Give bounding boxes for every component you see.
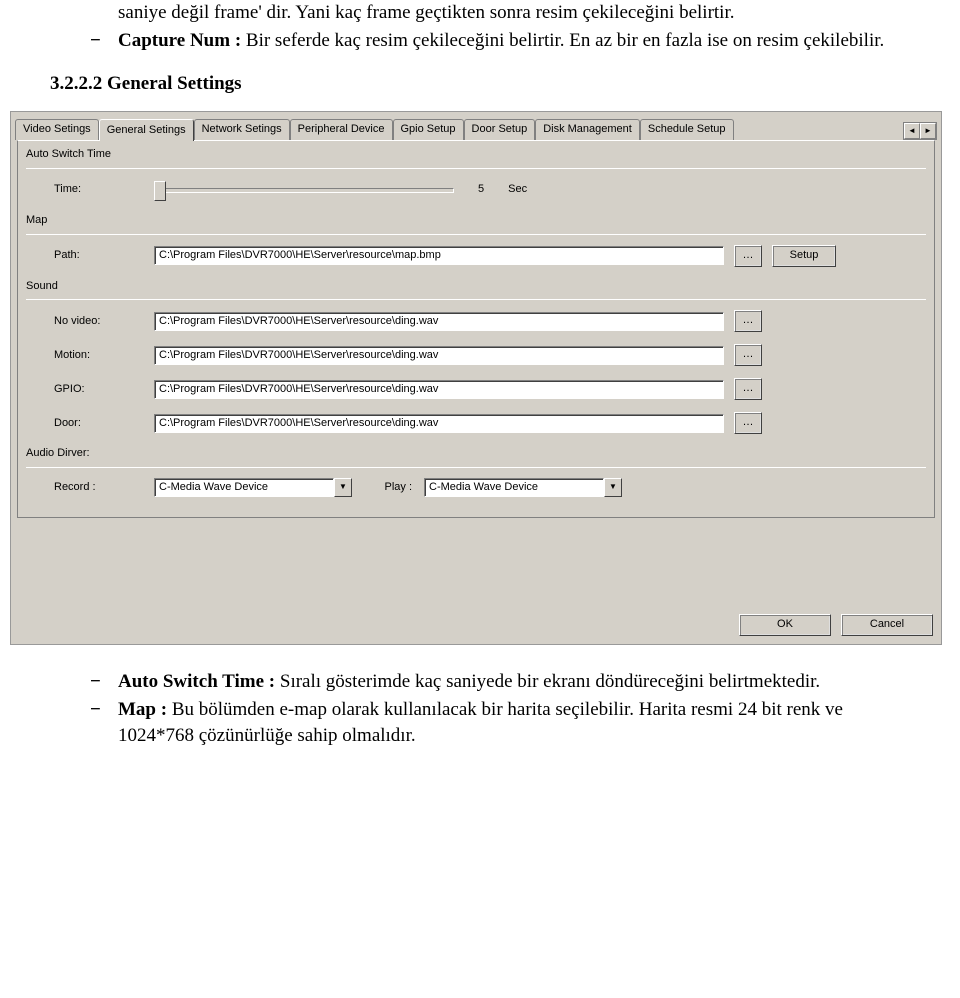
chevron-down-icon[interactable]: ▼ xyxy=(334,478,352,497)
group-map-title: Map xyxy=(26,213,926,228)
tab-disk-management[interactable]: Disk Management xyxy=(535,119,640,140)
settings-panel: Auto Switch Time Time: 5 Sec Map Path: C xyxy=(17,140,935,518)
map-path-label: Path: xyxy=(54,248,154,263)
time-label: Time: xyxy=(54,182,154,197)
record-value: C-Media Wave Device xyxy=(154,478,334,497)
bullet-text: Bir seferde kaç resim çekileceğini belir… xyxy=(241,30,884,51)
tab-general-settings[interactable]: General Setings xyxy=(99,119,194,141)
sound-novideo-browse-button[interactable]: … xyxy=(734,310,762,332)
slider-thumb-icon[interactable] xyxy=(154,181,166,201)
record-label: Record : xyxy=(54,480,154,495)
tab-scroll-spinner[interactable]: ◄ ► xyxy=(903,122,937,140)
tab-schedule-setup[interactable]: Schedule Setup xyxy=(640,119,734,140)
play-value: C-Media Wave Device xyxy=(424,478,604,497)
bullet-map: − Map : Bu bölümden e-map olarak kullanı… xyxy=(90,697,910,748)
sound-gpio-label: GPIO: xyxy=(54,382,154,397)
bullet-label: Capture Num : xyxy=(118,30,241,51)
bullet-label: Auto Switch Time : xyxy=(118,671,275,692)
sound-motion-input[interactable]: C:\Program Files\DVR7000\HE\Server\resou… xyxy=(154,346,724,365)
section-heading: 3.2.2.2 General Settings xyxy=(50,71,910,97)
cancel-button[interactable]: Cancel xyxy=(841,614,933,636)
settings-dialog: Video Setings General Setings Network Se… xyxy=(10,111,942,645)
tab-peripheral-device[interactable]: Peripheral Device xyxy=(290,119,393,140)
time-slider[interactable] xyxy=(154,179,454,201)
tab-scroll-right-icon[interactable]: ► xyxy=(920,123,936,139)
sound-motion-label: Motion: xyxy=(54,348,154,363)
bullet-capture-num: − Capture Num : Bir seferde kaç resim çe… xyxy=(90,28,910,54)
map-browse-button[interactable]: … xyxy=(734,245,762,267)
map-path-input[interactable]: C:\Program Files\DVR7000\HE\Server\resou… xyxy=(154,246,724,265)
tab-network-settings[interactable]: Network Setings xyxy=(194,119,290,140)
sound-gpio-browse-button[interactable]: … xyxy=(734,378,762,400)
time-unit: Sec xyxy=(508,182,527,197)
paragraph-continuation: saniye değil frame' dir. Yani kaç frame … xyxy=(118,0,910,26)
tab-scroll-left-icon[interactable]: ◄ xyxy=(904,123,920,139)
sound-gpio-input[interactable]: C:\Program Files\DVR7000\HE\Server\resou… xyxy=(154,380,724,399)
tab-bar: Video Setings General Setings Network Se… xyxy=(11,112,941,140)
dash-icon: − xyxy=(90,28,118,54)
play-combo[interactable]: C-Media Wave Device ▼ xyxy=(424,478,622,497)
sound-novideo-label: No video: xyxy=(54,314,154,329)
sound-door-input[interactable]: C:\Program Files\DVR7000\HE\Server\resou… xyxy=(154,414,724,433)
bullet-label: Map : xyxy=(118,699,167,720)
bullet-text: Sıralı gösterimde kaç saniyede bir ekran… xyxy=(275,671,820,692)
tab-door-setup[interactable]: Door Setup xyxy=(464,119,536,140)
group-sound-title: Sound xyxy=(26,279,926,294)
sound-door-label: Door: xyxy=(54,416,154,431)
dash-icon: − xyxy=(90,669,118,695)
group-audio-driver-title: Audio Dirver: xyxy=(26,446,926,461)
sound-novideo-input[interactable]: C:\Program Files\DVR7000\HE\Server\resou… xyxy=(154,312,724,331)
tab-gpio-setup[interactable]: Gpio Setup xyxy=(393,119,464,140)
map-setup-button[interactable]: Setup xyxy=(772,245,836,267)
sound-door-browse-button[interactable]: … xyxy=(734,412,762,434)
ok-button[interactable]: OK xyxy=(739,614,831,636)
chevron-down-icon[interactable]: ▼ xyxy=(604,478,622,497)
group-auto-switch-title: Auto Switch Time xyxy=(26,147,926,162)
dash-icon: − xyxy=(90,697,118,748)
play-label: Play : xyxy=(352,480,412,495)
sound-motion-browse-button[interactable]: … xyxy=(734,344,762,366)
tab-video-settings[interactable]: Video Setings xyxy=(15,119,99,140)
bullet-auto-switch-time: − Auto Switch Time : Sıralı gösterimde k… xyxy=(90,669,910,695)
record-combo[interactable]: C-Media Wave Device ▼ xyxy=(154,478,352,497)
time-value: 5 xyxy=(478,182,484,197)
bullet-text: Bu bölümden e-map olarak kullanılacak bi… xyxy=(118,699,843,746)
